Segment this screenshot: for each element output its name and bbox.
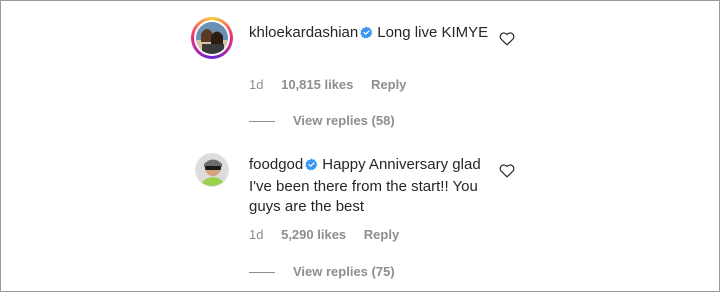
avatar[interactable] bbox=[193, 151, 231, 189]
view-replies-link[interactable]: View replies (75) bbox=[249, 264, 395, 279]
divider-line bbox=[249, 121, 275, 123]
divider-line bbox=[249, 272, 275, 274]
reply-button[interactable]: Reply bbox=[364, 227, 399, 242]
comment-text: foodgod Happy Anniversary glad I've been … bbox=[249, 155, 489, 217]
heart-outline-icon[interactable] bbox=[499, 163, 515, 183]
view-replies-link[interactable]: View replies (58) bbox=[249, 113, 395, 128]
username-link[interactable]: khloekardashian bbox=[249, 24, 358, 41]
verified-badge-icon bbox=[305, 157, 318, 177]
comment-meta: 1d 5,290 likes Reply bbox=[249, 227, 413, 242]
profile-photo-icon bbox=[195, 153, 229, 187]
comment-text: khloekardashian Long live KIMYE bbox=[249, 23, 489, 45]
likes-count[interactable]: 10,815 likes bbox=[281, 77, 353, 92]
timestamp[interactable]: 1d bbox=[249, 227, 263, 242]
timestamp[interactable]: 1d bbox=[249, 77, 263, 92]
comment-body: Long live KIMYE bbox=[377, 24, 489, 41]
reply-button[interactable]: Reply bbox=[371, 77, 406, 92]
view-replies-label: View replies (75) bbox=[293, 264, 395, 279]
heart-outline-icon[interactable] bbox=[499, 31, 515, 51]
verified-badge-icon bbox=[360, 25, 373, 45]
comments-panel: khloekardashian Long live KIMYE 1d 10,815… bbox=[0, 0, 720, 292]
username-link[interactable]: foodgod bbox=[249, 156, 303, 173]
view-replies-label: View replies (58) bbox=[293, 113, 395, 128]
profile-photo-icon bbox=[196, 22, 228, 54]
avatar[interactable] bbox=[191, 17, 233, 59]
likes-count[interactable]: 5,290 likes bbox=[281, 227, 346, 242]
comment-meta: 1d 10,815 likes Reply bbox=[249, 77, 420, 92]
